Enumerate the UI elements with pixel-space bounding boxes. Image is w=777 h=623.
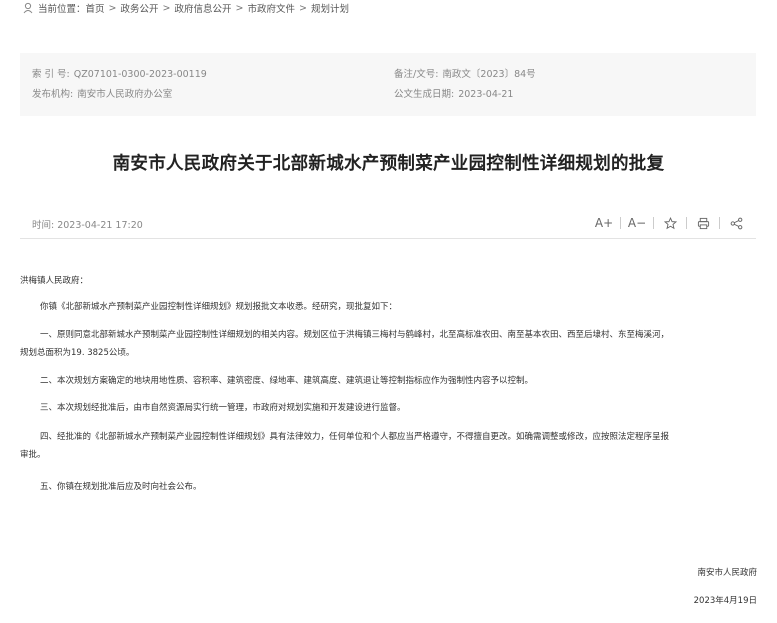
issuing-org-label: 发布机构: (32, 89, 74, 100)
favorite-button[interactable] (660, 213, 680, 233)
breadcrumb-separator: > (235, 2, 244, 14)
paragraph-item-4: 四、经批准的《北部新城水产预制菜产业园控制性详细规划》具有法律效力，任何单位和个… (40, 432, 670, 442)
print-button[interactable] (693, 213, 713, 233)
salutation: 洪梅镇人民政府： (20, 276, 89, 286)
toolbar-divider (719, 217, 720, 229)
toolbar-divider (653, 217, 654, 229)
share-icon (730, 217, 742, 229)
publish-time-value: 2023-04-21 17:20 (57, 220, 143, 231)
share-button[interactable] (726, 213, 746, 233)
favorite-star-icon (663, 216, 677, 229)
font-increase-button[interactable]: A+ (594, 213, 614, 233)
breadcrumb-planning-link[interactable]: 规划计划 (311, 1, 349, 15)
paragraph-item-1-cont: 规划总面积为19. 3825公顷。 (20, 348, 135, 358)
paragraph-intro: 你镇《北部新城水产预制菜产业园控制性详细规划》规划报批文本收悉。经研究，现批复如… (40, 302, 398, 312)
font-decrease-icon: A− (627, 216, 647, 230)
breadcrumb: 当前位置： 首页 > 政务公开 > 政府信息公开 > 市政府文件 > 规划计划 (22, 1, 349, 15)
paragraph-item-3: 三、本次规划经批准后，由市自然资源局实行统一管理，市政府对规划实施和开发建设进行… (40, 403, 406, 413)
publish-time-label: 时间: (32, 220, 55, 231)
index-number-label: 索 引 号: (32, 69, 70, 80)
font-decrease-button[interactable]: A− (627, 213, 647, 233)
signature-date: 2023年4月19日 (693, 596, 757, 606)
toolbar-divider (620, 217, 621, 229)
breadcrumb-separator: > (108, 2, 117, 14)
signature-org: 南安市人民政府 (697, 568, 757, 578)
font-increase-icon: A+ (594, 216, 614, 230)
breadcrumb-gov-info-link[interactable]: 政府信息公开 (174, 1, 231, 15)
index-number-value: QZ07101-0300-2023-00119 (73, 69, 207, 80)
index-number-row: 索 引 号: QZ07101-0300-2023-00119 (32, 66, 207, 80)
article-toolbar: A+ A− (594, 213, 746, 233)
toolbar-divider (686, 217, 687, 229)
breadcrumb-gov-affairs-link[interactable]: 政务公开 (121, 1, 159, 15)
breadcrumb-prefix: 当前位置： (38, 4, 86, 15)
location-icon (22, 2, 34, 14)
breadcrumb-city-docs-link[interactable]: 市政府文件 (247, 1, 295, 15)
breadcrumb-home-link[interactable]: 首页 (86, 1, 105, 15)
paragraph-item-1: 一、原则同意北部新城水产预制菜产业园控制性详细规划的相关内容。规划区位于洪梅镇三… (40, 330, 670, 340)
document-metadata-panel: 索 引 号: QZ07101-0300-2023-00119 备注/文号: 南政文〔… (20, 53, 756, 116)
document-number-row: 备注/文号: 南政文〔2023〕84号 (394, 66, 536, 80)
article-info-bar: 时间: 2023-04-21 17:20 A+ A− (20, 210, 756, 239)
page-title: 南安市人民政府关于北部新城水产预制菜产业园控制性详细规划的批复 (112, 154, 665, 174)
paragraph-item-4-cont: 审批。 (20, 450, 46, 460)
issuing-org-value: 南安市人民政府办公室 (77, 89, 173, 100)
issuing-org-row: 发布机构: 南安市人民政府办公室 (32, 86, 172, 100)
generation-date-row: 公文生成日期: 2023-04-21 (394, 86, 513, 100)
paragraph-item-5: 五、你镇在规划批准后应及时向社会公布。 (40, 482, 202, 492)
breadcrumb-separator: > (298, 2, 307, 14)
print-icon (697, 217, 709, 229)
publish-time: 时间: 2023-04-21 17:20 (32, 217, 143, 231)
document-number-label: 备注/文号: (394, 69, 439, 80)
breadcrumb-separator: > (162, 2, 171, 14)
paragraph-item-2: 二、本次规划方案确定的地块用地性质、容积率、建筑密度、绿地率、建筑高度、建筑退让… (40, 376, 534, 386)
generation-date-value: 2023-04-21 (458, 89, 514, 100)
document-number-value: 南政文〔2023〕84号 (442, 69, 536, 80)
generation-date-label: 公文生成日期: (394, 89, 455, 100)
